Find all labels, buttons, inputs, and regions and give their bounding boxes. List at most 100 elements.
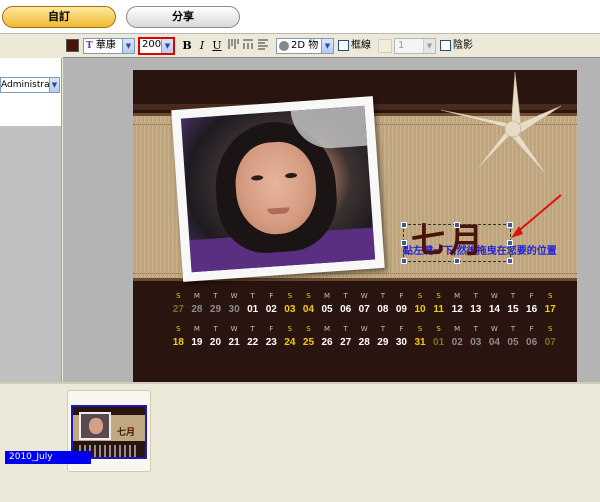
border-label: 框線 (351, 40, 371, 51)
chevron-down-icon[interactable]: ▼ (161, 39, 173, 53)
date-cell: 16 (526, 304, 538, 315)
effect-select-value: 2D 物 (291, 40, 319, 51)
date-cell: 20 (209, 337, 222, 348)
border-width-value: 1 (398, 40, 405, 51)
text-color-swatch[interactable] (66, 39, 79, 52)
weekday-label: F (399, 325, 404, 333)
date-cell: 24 (284, 337, 296, 348)
date-cell: 27 (172, 304, 184, 315)
resize-handle[interactable] (401, 240, 407, 246)
weekday-label: F (529, 292, 534, 300)
weekday-label: T (510, 292, 516, 300)
photo-frame[interactable] (171, 96, 385, 282)
design-canvas[interactable]: 點左鍵一下,然後拖曳在您要的位置 七月 SMTWTFSSMTWTFSSMTWTF… (63, 57, 600, 383)
weekday-label: S (176, 292, 181, 300)
font-select[interactable]: T 華康 ▼ (83, 38, 135, 54)
photo-eye (251, 175, 264, 181)
weekday-label: F (529, 325, 534, 333)
weekday-label: W (230, 292, 238, 300)
date-cell: 04 (488, 337, 500, 348)
date-cell: 28 (358, 337, 370, 348)
date-cell: 18 (172, 337, 184, 348)
bold-button[interactable]: B (180, 38, 194, 54)
resize-handle[interactable] (454, 222, 460, 228)
vertical-text-icon[interactable] (226, 38, 240, 54)
shadow-checkbox[interactable] (440, 40, 451, 51)
weekday-label: F (269, 292, 274, 300)
resize-handle[interactable] (454, 258, 460, 264)
border-color-swatch[interactable] (378, 39, 392, 53)
tab-share[interactable]: 分享 (126, 6, 240, 28)
weekday-label: T (213, 292, 218, 300)
photo-eye (284, 172, 298, 179)
date-cell: 30 (228, 304, 240, 315)
date-cell: 04 (302, 304, 315, 315)
font-size-value: 200 (142, 39, 162, 50)
date-cell: 15 (507, 304, 519, 315)
date-cell: 02 (265, 304, 277, 315)
starfish-image[interactable] (433, 70, 563, 180)
date-row: 18 19 20 21 22 23 24 25 26 27 28 29 30 31 01 02 03 04 05 06… (169, 337, 559, 348)
date-cell: 05 (321, 304, 333, 315)
underline-button[interactable]: U (210, 38, 224, 54)
date-cell: 17 (544, 304, 556, 315)
chevron-down-icon[interactable]: ▼ (321, 39, 333, 53)
weekday-label: S (547, 325, 553, 333)
weekday-label: S (287, 292, 293, 300)
italic-button[interactable]: I (195, 38, 209, 54)
tab-customize[interactable]: 自訂 (2, 6, 116, 28)
left-panel-list[interactable] (0, 126, 61, 382)
date-cell: 28 (191, 304, 203, 315)
thumbnail-title: 七月 (117, 428, 136, 438)
date-cell: 12 (451, 304, 463, 315)
border-checkbox[interactable] (338, 40, 349, 51)
date-cell: 19 (191, 337, 203, 348)
weekday-row: SMTWTFSSMTWTFSSMTWTFS (169, 292, 559, 300)
calendar-page[interactable]: 點左鍵一下,然後拖曳在您要的位置 七月 SMTWTFSSMTWTFSSMTWTF… (133, 70, 577, 383)
align-lines-icon[interactable] (256, 38, 270, 54)
weekday-label: T (343, 325, 348, 333)
weekday-label: S (436, 325, 441, 333)
date-cell: 25 (302, 337, 315, 348)
weekday-label: S (417, 325, 423, 333)
date-cell: 06 (340, 304, 352, 315)
weekday-label: F (269, 325, 274, 333)
font-size-select[interactable]: 200 ▼ (138, 37, 175, 55)
weekday-label: T (473, 292, 478, 300)
thumbnail-label[interactable]: 2010_July (5, 451, 91, 464)
weekday-label: T (380, 325, 385, 333)
thumbnail-strip: 七月 (63, 384, 600, 502)
shadow-label: 陰影 (453, 40, 473, 51)
weekday-label: S (287, 325, 293, 333)
weekday-label: M (193, 325, 200, 333)
effect-icon (279, 41, 289, 51)
chevron-down-icon[interactable]: ▼ (423, 39, 435, 53)
resize-handle[interactable] (507, 258, 513, 264)
weekday-label: W (490, 325, 498, 333)
portrait-photo[interactable] (180, 105, 376, 273)
resize-handle[interactable] (507, 240, 513, 246)
border-width-select[interactable]: 1 ▼ (394, 38, 436, 54)
chevron-down-icon[interactable]: ▼ (49, 78, 59, 92)
selection-box[interactable] (401, 222, 513, 264)
weekday-label: T (510, 325, 516, 333)
chevron-down-icon[interactable]: ▼ (122, 39, 134, 53)
resize-handle[interactable] (401, 258, 407, 264)
weekday-label: M (454, 292, 461, 300)
resize-handle[interactable] (507, 222, 513, 228)
date-cell: 14 (488, 304, 500, 315)
date-cell: 30 (395, 337, 407, 348)
weekday-label: M (324, 325, 331, 333)
weekday-label: W (230, 325, 238, 333)
date-cell: 05 (507, 337, 519, 348)
date-cell: 03 (470, 337, 482, 348)
effect-select[interactable]: 2D 物 ▼ (276, 38, 334, 54)
align-columns-icon[interactable] (241, 38, 255, 54)
user-select[interactable]: Administrator ▼ (0, 77, 60, 93)
weekday-label: S (547, 292, 553, 300)
date-cell: 07 (544, 337, 556, 348)
weekday-label: T (473, 325, 478, 333)
resize-handle[interactable] (401, 222, 407, 228)
date-cell: 13 (470, 304, 482, 315)
